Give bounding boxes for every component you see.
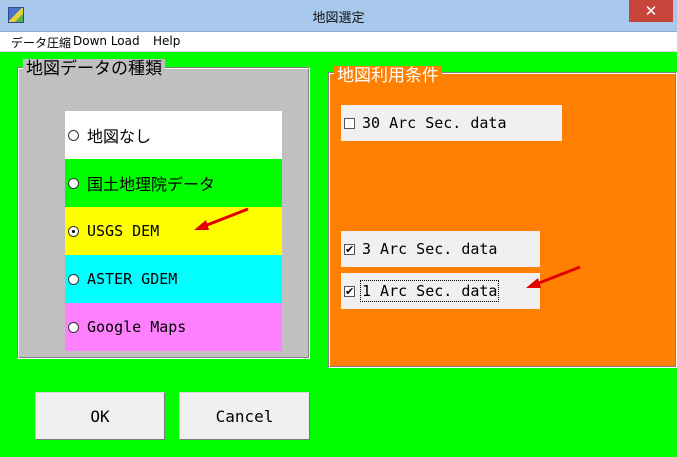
map-select-window: 地図選定 ✕ データ圧縮 Down Load Help 地図データの種類 地図な… — [0, 0, 677, 457]
menu-data-compress[interactable]: データ圧縮 — [11, 34, 71, 51]
radio-label: Google Maps — [87, 318, 187, 336]
radio-label: 国土地理院データ — [87, 175, 216, 194]
radio-option-google-maps[interactable]: Google Maps — [65, 303, 282, 351]
ok-button[interactable]: OK — [35, 392, 165, 440]
dialog-content: 地図データの種類 地図なし 国土地理院データ USGS DEM ASTER GD… — [6, 52, 677, 457]
radio-label: USGS DEM — [87, 222, 160, 240]
radio-option-no-map[interactable]: 地図なし — [65, 111, 282, 159]
checkbox-option-30-arc-sec[interactable]: 30 Arc Sec. data — [341, 105, 562, 141]
checkbox-label: 1 Arc Sec. data — [359, 280, 500, 302]
radio-label: 地図なし — [87, 127, 152, 146]
checkbox-label: 3 Arc Sec. data — [362, 240, 498, 258]
radio-button[interactable] — [68, 273, 79, 285]
radio-button-selected[interactable] — [68, 225, 79, 237]
checkbox-option-3-arc-sec[interactable]: ✔ 3 Arc Sec. data — [341, 231, 540, 267]
map-kind-title: 地図データの種類 — [23, 59, 165, 79]
annotation-arrow-icon — [194, 207, 249, 230]
window-title: 地図選定 — [312, 11, 365, 26]
checkbox-label: 30 Arc Sec. data — [362, 114, 507, 132]
radio-button[interactable] — [68, 177, 79, 189]
checkbox-checked[interactable]: ✔ — [344, 285, 355, 297]
menu-bar: データ圧縮 Down Load Help — [0, 32, 677, 52]
radio-option-aster-gdem[interactable]: ASTER GDEM — [65, 255, 282, 303]
close-icon: ✕ — [644, 2, 658, 20]
menu-help[interactable]: Help — [153, 34, 180, 48]
conditions-title: 地図利用条件 — [334, 66, 442, 86]
title-bar[interactable]: 地図選定 ✕ — [0, 0, 677, 32]
checkbox[interactable] — [344, 117, 355, 129]
menu-download[interactable]: Down Load — [73, 34, 140, 48]
close-button[interactable]: ✕ — [629, 0, 673, 22]
radio-button[interactable] — [68, 129, 79, 141]
cancel-button[interactable]: Cancel — [179, 392, 310, 440]
radio-option-gsi[interactable]: 国土地理院データ — [65, 159, 282, 207]
annotation-arrow-icon — [526, 265, 581, 288]
checkbox-option-1-arc-sec[interactable]: ✔ 1 Arc Sec. data — [341, 273, 540, 309]
radio-label: ASTER GDEM — [87, 270, 178, 288]
checkbox-checked[interactable]: ✔ — [344, 243, 355, 255]
radio-button[interactable] — [68, 321, 79, 333]
